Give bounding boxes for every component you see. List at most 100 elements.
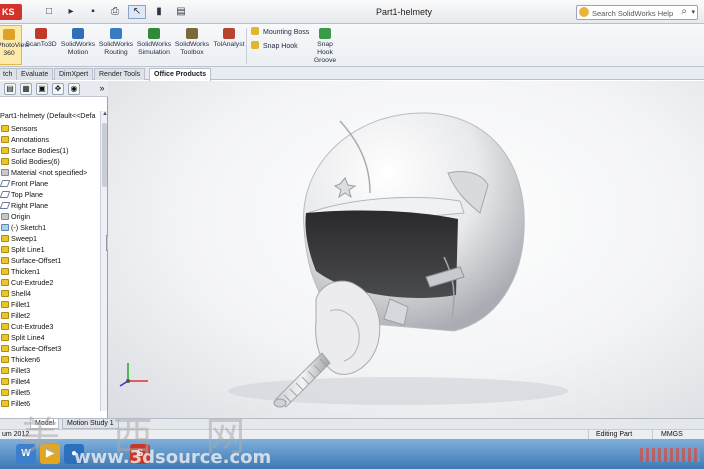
tree-item[interactable]: Fillet4 <box>0 376 100 387</box>
tree-item-label: Thicken1 <box>11 267 41 276</box>
display-manager-tab-icon[interactable]: ◉ <box>68 83 80 95</box>
quick-access-toolbar: □ ▸ ▪ ⎙ ↖ ▮ ▤ <box>40 5 190 19</box>
tree-item-label: Right Plane <box>11 201 49 210</box>
snap-hook-groove-button[interactable]: Snap Hook Groove <box>310 28 340 65</box>
snap-hook-groove-label: Snap Hook Groove <box>313 41 337 64</box>
tree-item[interactable]: Front Plane <box>0 178 100 189</box>
feature-icon <box>1 334 9 341</box>
tree-item[interactable]: Sensors <box>0 123 100 134</box>
tree-item[interactable]: Surface-Offset3 <box>0 343 100 354</box>
tree-item-label: Sweep1 <box>11 234 37 243</box>
tree-item-label: Fillet2 <box>11 311 31 320</box>
tree-item-label: Solid Bodies(6) <box>11 157 60 166</box>
tree-item-label: Top Plane <box>11 190 43 199</box>
tree-item[interactable]: Origin <box>0 211 100 222</box>
tree-item[interactable]: Split Line1 <box>0 244 100 255</box>
feature-tree: Sensors Annotations Surface Bodies(1) Solid… <box>0 123 100 409</box>
feature-tree-root[interactable]: Part1-helmety (Default<<Defa <box>0 111 100 120</box>
tab-sketch[interactable]: tch <box>0 68 18 80</box>
tree-item[interactable]: Fillet2 <box>0 310 100 321</box>
tolanalyst-button[interactable]: TolAnalyst <box>212 28 246 49</box>
tree-item[interactable]: Fillet3 <box>0 365 100 376</box>
tab-evaluate[interactable]: Evaluate <box>16 68 54 80</box>
tree-item-label: Surface-Offset3 <box>11 344 62 353</box>
feature-icon <box>1 345 9 352</box>
tree-item-label: Origin <box>11 212 31 221</box>
scanto3d-label: ScanTo3D <box>25 41 57 48</box>
feature-icon <box>1 224 9 231</box>
feature-tree-scrollbar[interactable]: ▲ <box>100 111 108 411</box>
graphics-viewport[interactable]: ⊕ ⊗ ◐ ▧ ▣ ◫ ◌ ● ◉ ▤ _ □ × <box>108 81 704 418</box>
scanto3d-button[interactable]: ScanTo3D <box>24 28 58 49</box>
tree-item[interactable]: Thicken6 <box>0 354 100 365</box>
feature-icon <box>1 323 9 330</box>
help-search-box[interactable]: Search SolidWorks Help ⌕ ▾ <box>576 5 698 20</box>
tree-item-label: Sensors <box>11 124 38 133</box>
solidworks-logo[interactable]: KS <box>0 4 22 20</box>
snap-hook-icon <box>251 41 259 49</box>
feature-icon <box>1 257 9 264</box>
options-icon[interactable]: ▤ <box>172 5 190 19</box>
open-icon[interactable]: ▸ <box>62 5 80 19</box>
snap-hook-button[interactable]: Snap Hook <box>251 41 298 50</box>
configuration-tab-icon[interactable]: ▣ <box>36 83 48 95</box>
tree-item[interactable]: Cut-Extrude3 <box>0 321 100 332</box>
tree-item[interactable]: Fillet5 <box>0 387 100 398</box>
tree-item[interactable]: Material <not specified> <box>0 167 100 178</box>
tab-office-products[interactable]: Office Products <box>149 68 212 81</box>
search-placeholder: Search SolidWorks Help <box>592 9 674 18</box>
help-icon <box>579 7 589 17</box>
feature-icon <box>1 400 9 407</box>
photoview-360-button[interactable]: PhotoView 360 <box>0 25 29 65</box>
feature-icon <box>1 378 9 385</box>
tree-item[interactable]: Right Plane <box>0 200 100 211</box>
motion-icon <box>72 28 84 39</box>
tree-item[interactable]: Cut-Extrude2 <box>0 277 100 288</box>
solidworks-simulation-button[interactable]: SolidWorks Simulation <box>136 28 172 57</box>
property-manager-tab-icon[interactable]: ▦ <box>20 83 32 95</box>
solidworks-toolbox-button[interactable]: SolidWorks Toolbox <box>174 28 210 57</box>
tree-item-label: Cut-Extrude3 <box>11 322 54 331</box>
motion-label: SolidWorks Motion <box>60 41 96 56</box>
rebuild-icon[interactable]: ▮ <box>150 5 168 19</box>
tree-item[interactable]: Top Plane <box>0 189 100 200</box>
tree-item-label: Cut-Extrude2 <box>11 278 54 287</box>
print-icon[interactable]: ⎙ <box>106 5 124 19</box>
tab-render-tools[interactable]: Render Tools <box>94 68 146 80</box>
scrollbar-thumb[interactable] <box>102 123 107 187</box>
tree-item[interactable]: Shell4 <box>0 288 100 299</box>
watermark-url: www.3dsource.com <box>74 447 272 468</box>
tree-item-label: Shell4 <box>11 289 31 298</box>
new-icon[interactable]: □ <box>40 5 58 19</box>
tree-item-label: Annotations <box>11 135 49 144</box>
solidworks-motion-button[interactable]: SolidWorks Motion <box>60 28 96 57</box>
tab-dimxpert[interactable]: DimXpert <box>54 68 94 80</box>
select-icon[interactable]: ↖ <box>128 5 146 19</box>
system-tray[interactable] <box>640 448 700 462</box>
mounting-boss-button[interactable]: Mounting Boss <box>251 27 309 36</box>
tree-item-label: Thicken6 <box>11 355 41 364</box>
expand-chevron-icon[interactable]: » <box>96 83 108 95</box>
tree-item[interactable]: Annotations <box>0 134 100 145</box>
dimxpert-tab-icon[interactable]: ✥ <box>52 83 64 95</box>
tree-item-label: Fillet1 <box>11 300 31 309</box>
tree-item[interactable]: Thicken1 <box>0 266 100 277</box>
simulation-icon <box>148 28 160 39</box>
solidworks-routing-button[interactable]: SolidWorks Routing <box>98 28 134 57</box>
feature-tree-tab-icon[interactable]: ▤ <box>4 83 16 95</box>
tree-item-label: Fillet5 <box>11 388 31 397</box>
tree-item[interactable]: Surface Bodies(1) <box>0 145 100 156</box>
helmet-model <box>119 112 568 408</box>
tree-item[interactable]: Split Line4 <box>0 332 100 343</box>
tree-item-label: Split Line1 <box>11 245 45 254</box>
tree-item[interactable]: (-) Sketch1 <box>0 222 100 233</box>
save-icon[interactable]: ▪ <box>84 5 102 19</box>
tree-item[interactable]: Sweep1 <box>0 233 100 244</box>
search-icon[interactable]: ⌕ <box>681 6 687 17</box>
tree-item[interactable]: Solid Bodies(6) <box>0 156 100 167</box>
feature-icon <box>1 389 9 396</box>
tree-item[interactable]: Surface-Offset1 <box>0 255 100 266</box>
chevron-down-icon[interactable]: ▾ <box>691 8 695 16</box>
feature-icon <box>1 268 9 275</box>
tree-item[interactable]: Fillet1 <box>0 299 100 310</box>
